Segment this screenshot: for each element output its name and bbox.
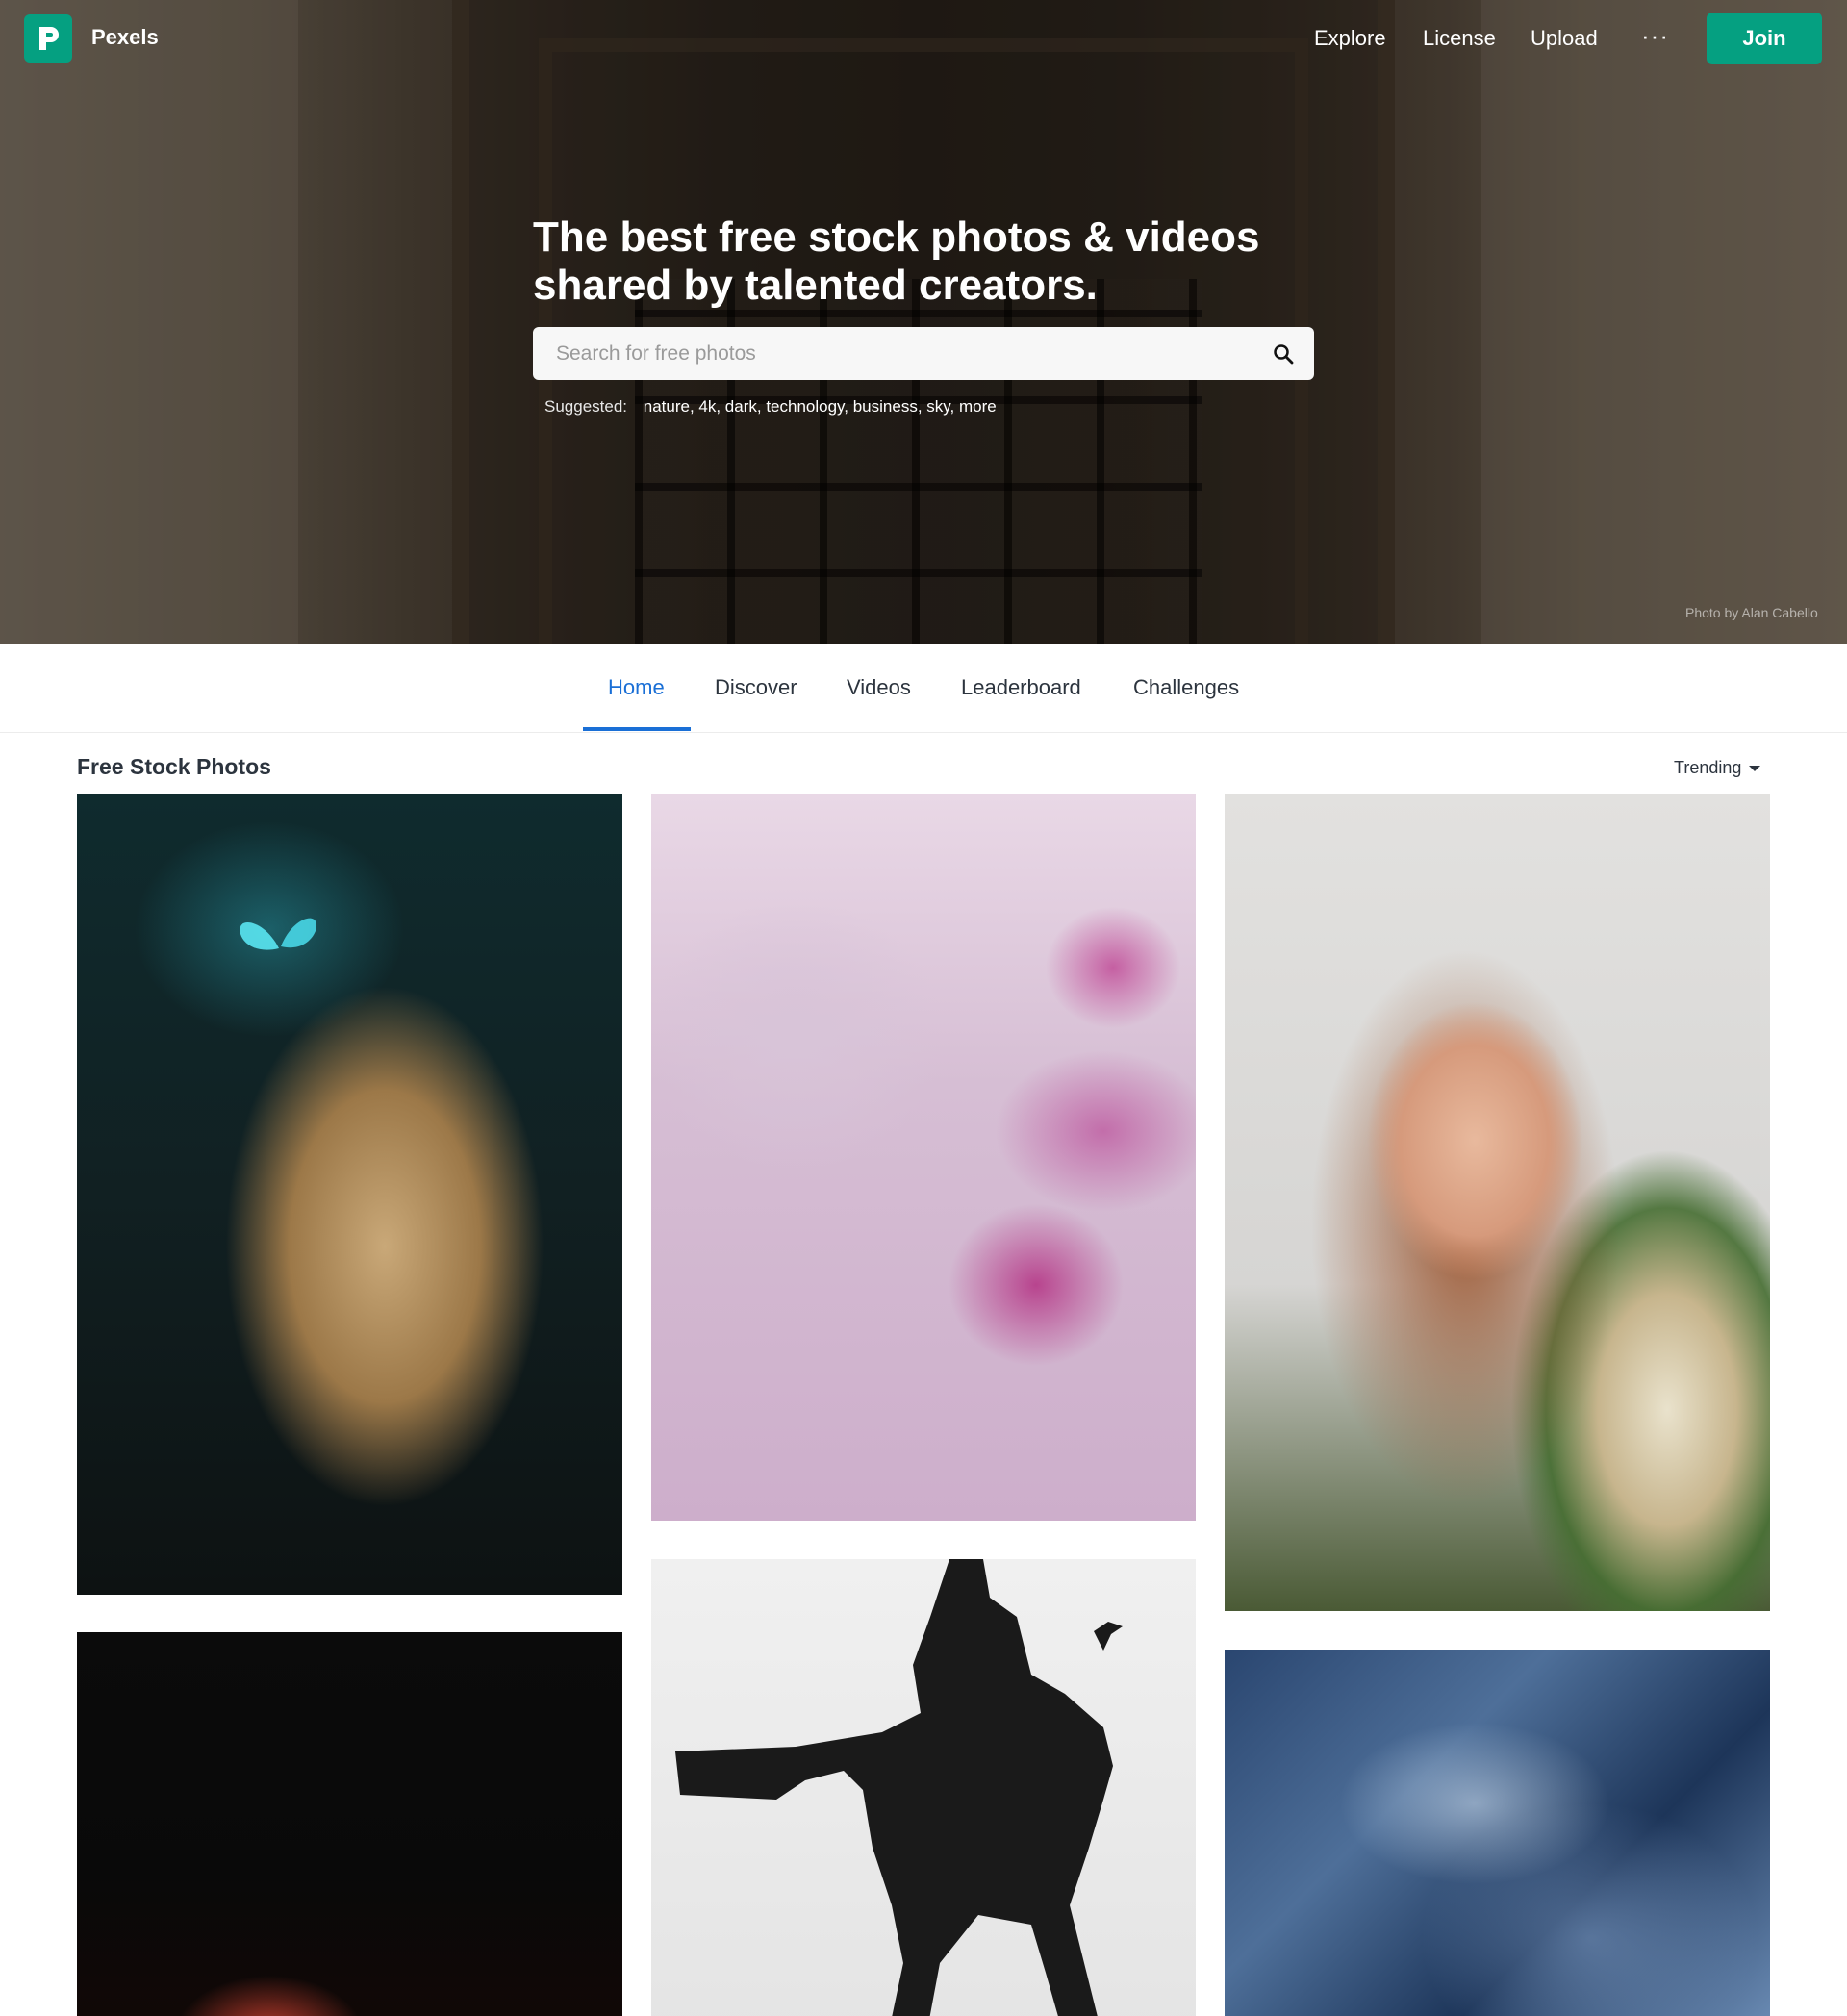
silhouette-image (675, 1559, 1123, 2016)
tab-leaderboard[interactable]: Leaderboard (961, 675, 1081, 700)
photo-card[interactable] (651, 1559, 1196, 2016)
butterfly-icon (240, 918, 317, 950)
suggested-label: Suggested: (544, 397, 628, 416)
photo-card[interactable] (1225, 794, 1770, 1611)
nav-explore-link[interactable]: Explore (1314, 26, 1386, 51)
active-tab-indicator (583, 727, 691, 731)
sort-dropdown[interactable]: Trending (1674, 758, 1761, 778)
search-bar (533, 327, 1314, 380)
suggested-searches: Suggested: nature, 4k, dark, technology,… (544, 397, 997, 416)
caret-down-icon (1749, 765, 1761, 771)
brand-name-link[interactable]: Pexels (91, 25, 159, 50)
nav-license-link[interactable]: License (1423, 26, 1496, 51)
pexels-logo-icon[interactable] (24, 14, 72, 63)
search-input[interactable] (533, 327, 1245, 380)
suggested-links[interactable]: nature, 4k, dark, technology, business, … (644, 397, 997, 416)
photo-card[interactable] (77, 1632, 622, 2016)
feed-title: Free Stock Photos (77, 754, 271, 779)
sort-label: Trending (1674, 758, 1742, 777)
photo-card[interactable] (77, 794, 622, 1595)
nav-upload-link[interactable]: Upload (1531, 26, 1598, 51)
tab-home[interactable]: Home (608, 675, 665, 700)
section-tabs: Home Discover Videos Leaderboard Challen… (0, 644, 1847, 733)
tab-videos[interactable]: Videos (847, 675, 911, 700)
photo-credit[interactable]: Photo by Alan Cabello (1685, 605, 1818, 620)
photo-card[interactable] (1225, 1650, 1770, 2016)
tab-challenges[interactable]: Challenges (1133, 675, 1239, 700)
hero-banner (0, 0, 1847, 644)
search-icon[interactable] (1266, 337, 1301, 371)
hero-bg-shade (0, 0, 1847, 644)
suggested-keywords[interactable]: nature, 4k, dark, technology, business, … (644, 397, 997, 416)
tab-discover[interactable]: Discover (715, 675, 797, 700)
photo-card[interactable] (651, 794, 1196, 1521)
top-navbar: Pexels Explore License Upload ··· Join (0, 0, 1847, 77)
hero-title: The best free stock photos & videos shar… (533, 214, 1260, 309)
join-button[interactable]: Join (1707, 13, 1822, 64)
more-options-icon[interactable]: ··· (1641, 21, 1669, 51)
